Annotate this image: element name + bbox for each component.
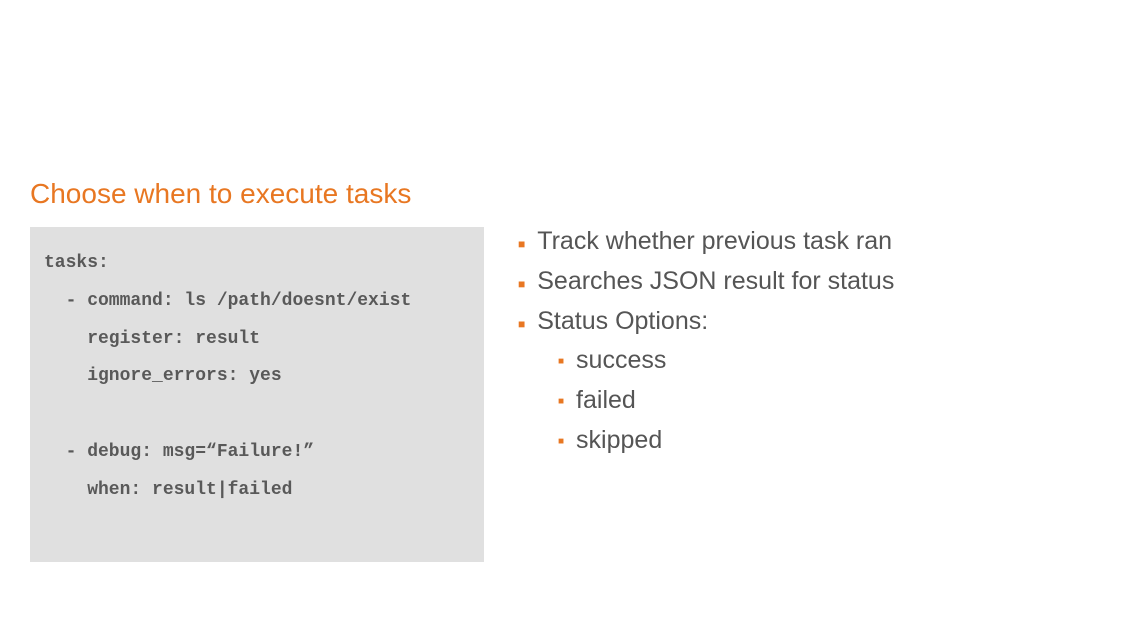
bullet-icon: ■ — [558, 396, 564, 407]
bullet-icon: ■ — [518, 317, 525, 331]
list-item: ■ Status Options: — [518, 305, 1058, 339]
bullet-icon: ■ — [558, 436, 564, 447]
bullet-text: Searches JSON result for status — [537, 265, 894, 299]
bullet-list: ■ Track whether previous task ran ■ Sear… — [518, 225, 1058, 464]
bullet-text: Track whether previous task ran — [537, 225, 892, 259]
list-item: ■ success — [558, 344, 1058, 378]
bullet-text: success — [576, 344, 666, 378]
list-item: ■ Searches JSON result for status — [518, 265, 1058, 299]
bullet-icon: ■ — [558, 356, 564, 367]
list-item: ■ failed — [558, 384, 1058, 418]
bullet-icon: ■ — [518, 237, 525, 251]
bullet-text: failed — [576, 384, 636, 418]
slide-title: Choose when to execute tasks — [30, 178, 411, 210]
code-block: tasks: - command: ls /path/doesnt/exist … — [30, 227, 484, 562]
bullet-icon: ■ — [518, 277, 525, 291]
bullet-text: skipped — [576, 424, 662, 458]
bullet-text: Status Options: — [537, 305, 708, 339]
list-item: ■ Track whether previous task ran — [518, 225, 1058, 259]
list-item: ■ skipped — [558, 424, 1058, 458]
